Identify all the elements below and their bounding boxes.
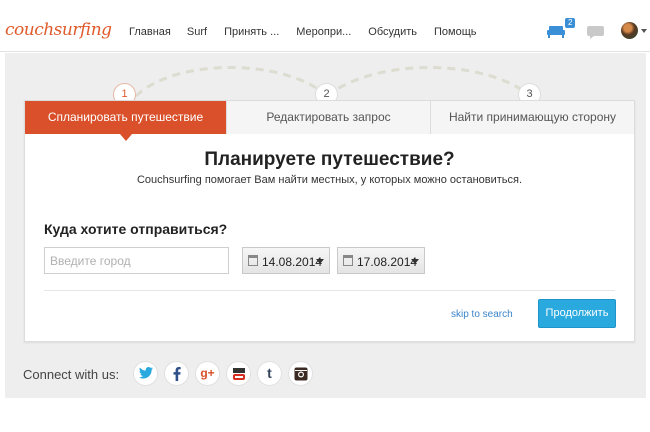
departure-date-value: 17.08.2014: [357, 255, 418, 269]
main-content: 1 2 3 Спланировать путешествие Редактиро…: [5, 53, 646, 398]
destination-question: Куда хотите отправиться?: [44, 221, 228, 237]
nav-surf[interactable]: Surf: [187, 26, 207, 38]
nav-home[interactable]: Главная: [129, 26, 171, 38]
google-plus-icon[interactable]: g+: [195, 361, 220, 386]
page-title: Планируете путешествие?: [204, 149, 455, 170]
avatar[interactable]: [621, 22, 638, 39]
youtube-icon[interactable]: [226, 361, 251, 386]
connect-label: Connect with us:: [23, 367, 120, 382]
nav-host[interactable]: Принять ...: [224, 26, 279, 38]
skip-to-search-link[interactable]: skip to search: [451, 309, 513, 320]
destination-city-input[interactable]: [44, 247, 229, 274]
departure-date-select[interactable]: 17.08.2014: [337, 247, 425, 274]
couchsurfing-logo[interactable]: couchsurfing: [5, 20, 112, 40]
nav-help[interactable]: Помощь: [434, 26, 477, 38]
divider: [44, 290, 615, 291]
arrival-date-value: 14.08.2014: [262, 255, 323, 269]
nav-discuss[interactable]: Обсудить: [368, 26, 417, 38]
tab-plan-trip[interactable]: Спланировать путешествие: [25, 101, 227, 141]
chevron-down-icon: [411, 259, 419, 264]
header-icons: 2: [545, 18, 647, 48]
notification-badge: 2: [565, 18, 576, 28]
arrival-date-select[interactable]: 14.08.2014: [242, 247, 330, 274]
main-nav: Главная Surf Принять ... Меропри... Обсу…: [129, 26, 494, 38]
couch-icon[interactable]: [547, 26, 565, 38]
continue-button[interactable]: Продолжить: [538, 299, 616, 328]
chevron-down-icon[interactable]: [641, 29, 647, 33]
top-navigation-bar: couchsurfing Главная Surf Принять ... Ме…: [0, 0, 650, 52]
calendar-icon: [248, 255, 258, 266]
page-subtitle: Couchsurfing помогает Вам найти местных,…: [136, 174, 523, 186]
tab-find-host[interactable]: Найти принимающую сторону: [431, 101, 634, 134]
tab-edit-request[interactable]: Редактировать запрос: [227, 101, 431, 134]
tumblr-icon[interactable]: t: [257, 361, 282, 386]
instagram-icon[interactable]: [288, 361, 313, 386]
facebook-icon[interactable]: [164, 361, 189, 386]
chevron-down-icon: [316, 259, 324, 264]
wizard-tabs: Спланировать путешествие Редактировать з…: [25, 101, 634, 141]
calendar-icon: [343, 255, 353, 266]
twitter-icon[interactable]: [133, 361, 158, 386]
chat-bubble-icon[interactable]: [587, 26, 604, 39]
nav-events[interactable]: Меропри...: [296, 26, 351, 38]
trip-planner-card: Спланировать путешествие Редактировать з…: [24, 100, 635, 342]
